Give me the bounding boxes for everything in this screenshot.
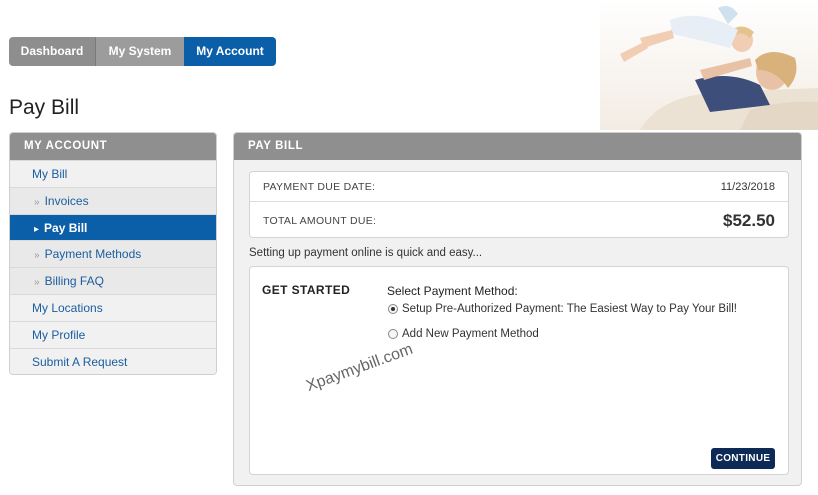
tab-my-system[interactable]: My System — [96, 37, 184, 66]
sidebar-heading: MY ACCOUNT — [10, 133, 216, 160]
total-due-row: TOTAL AMOUNT DUE: $52.50 — [250, 202, 788, 239]
tab-my-account[interactable]: My Account — [184, 37, 276, 66]
sidebar-item-submit-request[interactable]: Submit A Request — [10, 347, 216, 375]
get-started-title: GET STARTED — [262, 283, 351, 297]
select-method-label: Select Payment Method: — [387, 284, 518, 298]
panel-heading: PAY BILL — [234, 133, 801, 160]
total-due-value: $52.50 — [723, 210, 775, 230]
amount-due-box: PAYMENT DUE DATE: 11/23/2018 TOTAL AMOUN… — [249, 171, 789, 238]
sidebar-item-my-locations[interactable]: My Locations — [10, 293, 216, 321]
sidebar-item-label: Invoices — [44, 193, 89, 208]
double-chevron-icon: » — [34, 277, 40, 289]
sidebar-item-invoices[interactable]: » Invoices — [10, 186, 216, 214]
total-due-label: TOTAL AMOUNT DUE: — [263, 214, 377, 227]
sidebar-item-label: My Profile — [32, 327, 86, 342]
sidebar-item-payment-methods[interactable]: » Payment Methods — [10, 240, 216, 268]
hero-photo — [600, 0, 818, 130]
pay-bill-panel: PAY BILL PAYMENT DUE DATE: 11/23/2018 TO… — [233, 132, 802, 486]
radio-button-selected[interactable] — [388, 304, 398, 314]
triangle-right-icon: ▸ — [34, 223, 40, 235]
sidebar-item-pay-bill[interactable]: ▸ Pay Bill — [10, 213, 216, 241]
tab-dashboard[interactable]: Dashboard — [9, 37, 96, 66]
option-add-new-method[interactable]: Add New Payment Method — [388, 328, 539, 340]
intro-text: Setting up payment online is quick and e… — [249, 247, 483, 259]
sidebar-item-label: My Bill — [32, 167, 68, 181]
double-chevron-icon: » — [34, 250, 40, 262]
sidebar-item-label: My Locations — [32, 300, 103, 315]
sidebar-item-label: Submit A Request — [32, 354, 128, 369]
due-date-value: 11/23/2018 — [720, 180, 775, 193]
sidebar-item-label: Billing FAQ — [44, 274, 104, 289]
page-title: Pay Bill — [9, 96, 80, 119]
sidebar-item-my-profile[interactable]: My Profile — [10, 320, 216, 348]
sidebar-item-my-bill[interactable]: My Bill — [10, 160, 216, 187]
due-date-label: PAYMENT DUE DATE: — [263, 180, 376, 193]
continue-button[interactable]: CONTINUE — [711, 448, 775, 469]
sidebar-item-billing-faq[interactable]: » Billing FAQ — [10, 267, 216, 294]
sidebar-item-label: Payment Methods — [44, 247, 142, 262]
sidebar-item-label: Pay Bill — [44, 220, 88, 235]
option-label: Setup Pre-Authorized Payment: The Easies… — [402, 303, 737, 315]
double-chevron-icon: » — [34, 196, 40, 208]
get-started-box: GET STARTED Select Payment Method: Setup… — [249, 266, 789, 475]
sidebar: MY ACCOUNT My Bill » Invoices ▸ Pay Bill »… — [9, 132, 217, 376]
top-nav: Dashboard My System My Account — [9, 37, 276, 66]
watermark-text: Xpaymybill.com — [304, 340, 416, 395]
option-label: Add New Payment Method — [402, 328, 539, 340]
option-pre-authorized[interactable]: Setup Pre-Authorized Payment: The Easies… — [388, 303, 737, 315]
radio-button[interactable] — [388, 329, 398, 339]
due-date-row: PAYMENT DUE DATE: 11/23/2018 — [250, 172, 788, 202]
